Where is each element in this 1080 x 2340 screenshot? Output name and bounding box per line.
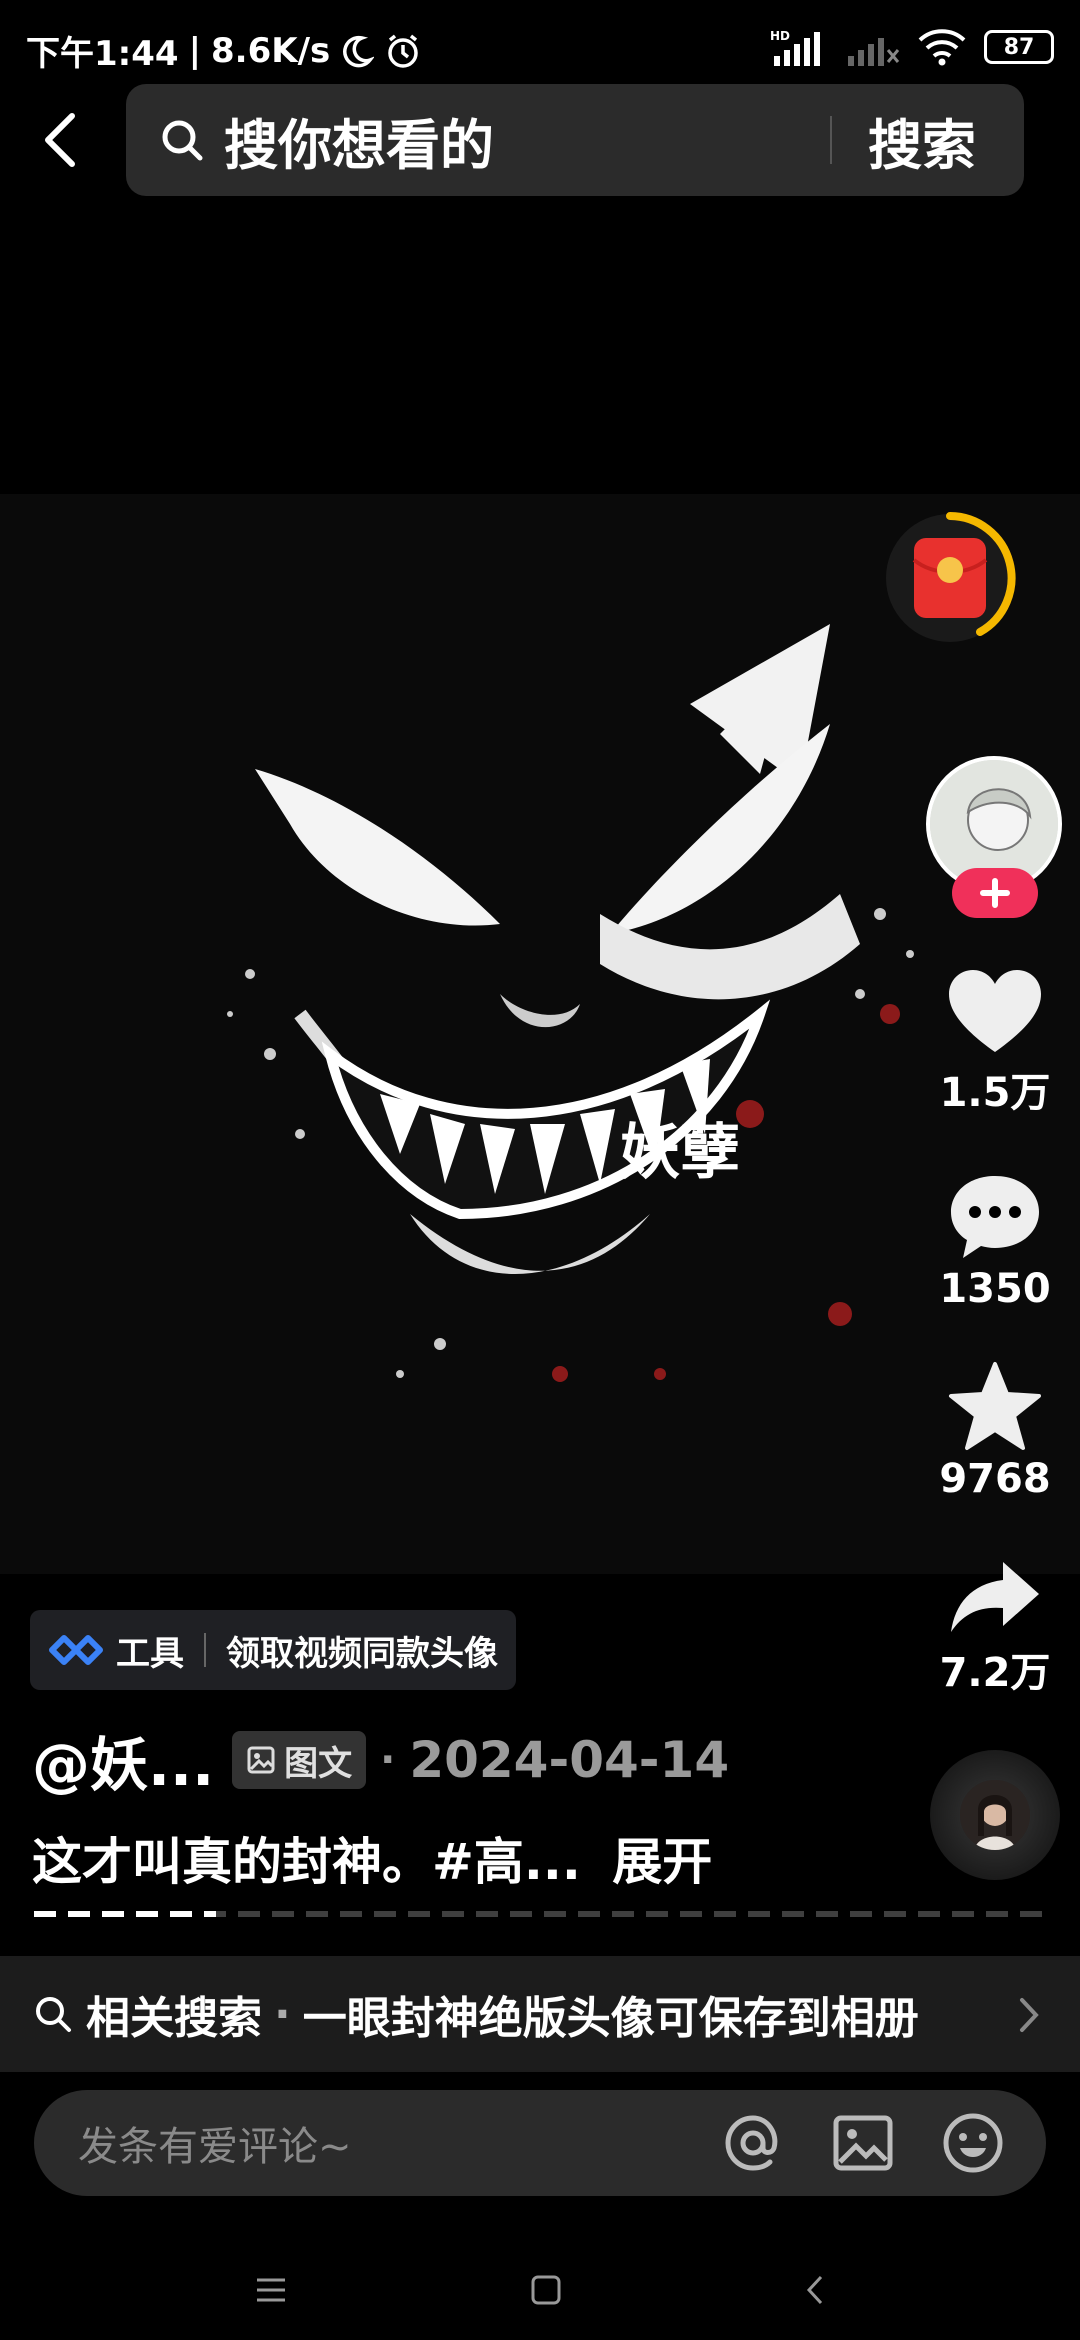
- music-cover-image: [960, 1780, 1030, 1850]
- related-label: 相关搜索: [86, 1993, 262, 2044]
- music-cover: [960, 1780, 1030, 1850]
- menu-icon[interactable]: [253, 2275, 289, 2305]
- author-row: @妖... 图文 · 2024-04-14: [32, 1718, 729, 1802]
- comment-bubble-icon: [951, 1176, 1039, 1258]
- wifi-icon: [918, 29, 966, 66]
- like-count: 1.5万: [939, 1070, 1051, 1116]
- comment-action[interactable]: 1350: [930, 1172, 1060, 1312]
- related-query: 一眼封神绝版头像可保存到相册: [302, 1993, 919, 2044]
- at-mention-icon[interactable]: [720, 2110, 786, 2176]
- tool-tag[interactable]: 工具 领取视频同款头像: [30, 1610, 516, 1690]
- back-button[interactable]: [30, 105, 90, 175]
- system-nav-bar: [0, 2240, 1080, 2340]
- share-arrow-icon: [951, 1562, 1039, 1632]
- status-separator: |: [188, 30, 201, 71]
- tool-tag-text: 领取视频同款头像: [226, 1633, 498, 1674]
- chevron-left-icon: [45, 113, 75, 167]
- related-separator: ·: [274, 1988, 291, 2040]
- image-progress-fill: [34, 1911, 216, 1917]
- back-nav-icon[interactable]: [803, 2273, 827, 2307]
- comment-count: 1350: [939, 1266, 1051, 1312]
- emoji-icon[interactable]: [940, 2110, 1006, 2176]
- image-icon: [247, 1746, 275, 1774]
- plus-icon: [980, 878, 1010, 908]
- date-separator: ·: [380, 1737, 396, 1783]
- post-type-label: 图文: [284, 1743, 353, 1784]
- alarm-icon: [388, 34, 418, 68]
- home-icon[interactable]: [529, 2273, 563, 2307]
- search-divider: [830, 116, 832, 164]
- like-action[interactable]: 1.5万: [930, 968, 1060, 1118]
- description-row[interactable]: 这才叫真的封神。#高... 展开: [32, 1822, 712, 1894]
- status-right: HD 87: [770, 28, 1054, 66]
- description-text: 这才叫真的封神。#高...: [32, 1833, 581, 1891]
- tool-tag-label: 工具: [116, 1633, 184, 1674]
- battery-indicator: 87: [984, 30, 1054, 64]
- music-disc[interactable]: [930, 1750, 1060, 1880]
- search-input[interactable]: 搜你想看的: [224, 101, 830, 180]
- signal-empty-icon: [848, 38, 900, 66]
- search-box[interactable]: 搜你想看的 搜索: [126, 84, 1024, 196]
- follow-button[interactable]: [952, 868, 1038, 918]
- chevron-right-icon: [1020, 1998, 1039, 2032]
- comment-input[interactable]: 发条有爱评论~: [78, 2114, 720, 2172]
- author-name[interactable]: @妖...: [32, 1718, 214, 1802]
- search-icon: [36, 1997, 71, 2032]
- related-search-bar[interactable]: 相关搜索 · 一眼封神绝版头像可保存到相册: [0, 1956, 1080, 2072]
- search-icon: [162, 120, 203, 161]
- star-icon: [949, 1362, 1041, 1450]
- status-time: 下午1:44: [26, 34, 179, 74]
- image-progress: [34, 1911, 1044, 1917]
- favorite-count: 9768: [939, 1456, 1051, 1502]
- svg-text:HD: HD: [770, 29, 790, 43]
- share-action[interactable]: 7.2万: [930, 1558, 1060, 1698]
- post-image[interactable]: 妖孽: [0, 494, 1080, 1574]
- red-packet-button[interactable]: [880, 508, 1020, 648]
- image-caption: 妖孽: [620, 1118, 740, 1188]
- red-packet-icon: [886, 512, 1016, 642]
- tool-tag-separator: [204, 1633, 206, 1667]
- moon-icon: [343, 35, 375, 67]
- search-button[interactable]: 搜索: [868, 101, 976, 180]
- expand-link[interactable]: 展开: [612, 1833, 712, 1891]
- tool-link-icon: [49, 1635, 103, 1665]
- heart-icon: [949, 970, 1041, 1052]
- signal-hd-icon: HD: [770, 29, 820, 66]
- comment-tools: [720, 2110, 1006, 2176]
- image-picker-icon[interactable]: [830, 2110, 896, 2176]
- post-type-badge: 图文: [232, 1731, 367, 1789]
- comment-input-bar[interactable]: 发条有爱评论~: [34, 2090, 1046, 2196]
- share-count: 7.2万: [939, 1650, 1051, 1696]
- demon-face-artwork: [227, 624, 914, 1382]
- post-date: 2024-04-14: [409, 1731, 730, 1789]
- status-left: 下午1:44 | 8.6K/s: [26, 26, 422, 75]
- status-net-speed: 8.6K/s: [211, 30, 331, 71]
- favorite-action[interactable]: 9768: [930, 1360, 1060, 1502]
